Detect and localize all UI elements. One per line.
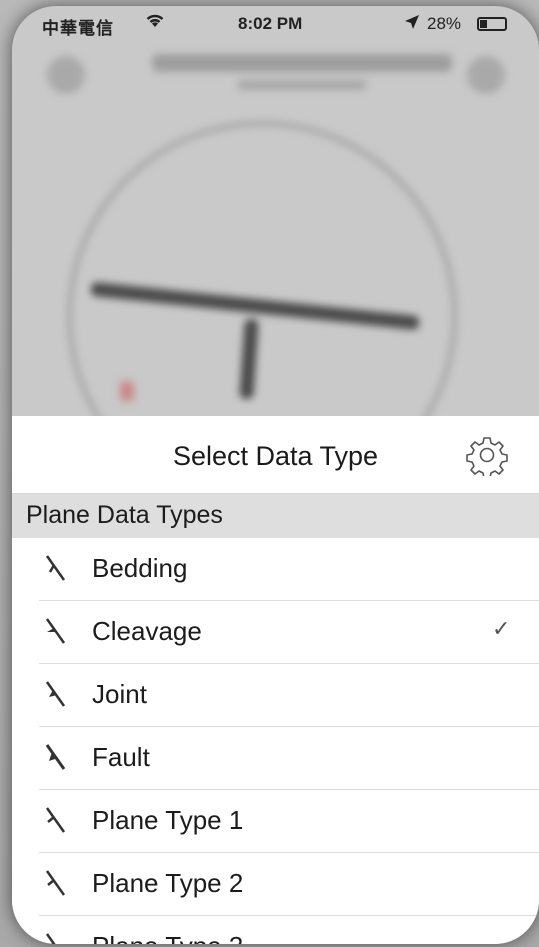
list-item-fault[interactable]: Fault bbox=[12, 727, 539, 790]
phone-screen: 中華電信 8:02 PM 28% Select Data Type Plane … bbox=[12, 6, 539, 944]
sheet-header: Select Data Type bbox=[12, 416, 539, 494]
plane-symbol-icon bbox=[44, 867, 68, 899]
gear-icon[interactable] bbox=[466, 434, 508, 479]
cleavage-symbol-icon bbox=[44, 615, 68, 647]
section-header-plane-data-types: Plane Data Types bbox=[12, 494, 539, 538]
blurred-compass-background bbox=[12, 6, 539, 511]
list-item-label: Plane Type 1 bbox=[92, 805, 244, 835]
list-item-joint[interactable]: Joint bbox=[12, 664, 539, 727]
list-item-plane-type-2[interactable]: Plane Type 2 bbox=[12, 853, 539, 916]
joint-symbol-icon bbox=[44, 678, 68, 710]
list-item-label: Plane Type 3 bbox=[92, 931, 243, 944]
device-frame: 中華電信 8:02 PM 28% Select Data Type Plane … bbox=[0, 0, 539, 947]
wifi-icon bbox=[144, 11, 166, 34]
battery-percentage: 28% bbox=[427, 14, 462, 33]
list-item-plane-type-1[interactable]: Plane Type 1 bbox=[12, 790, 539, 853]
plane-symbol-icon bbox=[44, 804, 68, 836]
list-item-plane-type-3[interactable]: Plane Type 3 bbox=[12, 916, 539, 944]
battery-icon bbox=[477, 17, 507, 31]
location-arrow-icon bbox=[404, 14, 420, 35]
list-item-cleavage[interactable]: Cleavage ✓ bbox=[12, 601, 539, 664]
list-item-label: Fault bbox=[92, 742, 150, 772]
bedding-symbol-icon bbox=[44, 552, 68, 584]
list-item-label: Joint bbox=[92, 679, 147, 709]
select-data-type-sheet: Select Data Type Plane Data Types Beddin… bbox=[12, 416, 539, 944]
fault-symbol-icon bbox=[44, 741, 68, 773]
blurred-top-bar bbox=[42, 46, 512, 106]
list-item-bedding[interactable]: Bedding bbox=[12, 538, 539, 601]
blurred-subtitle bbox=[237, 80, 367, 90]
blurred-title bbox=[152, 54, 452, 72]
plane-symbol-icon bbox=[44, 930, 68, 944]
checkmark-icon: ✓ bbox=[492, 616, 511, 641]
clock-time: 8:02 PM bbox=[238, 14, 303, 33]
list-item-label: Cleavage bbox=[92, 616, 202, 646]
blurred-red-mark bbox=[120, 381, 134, 401]
sheet-title: Select Data Type bbox=[172, 441, 379, 471]
list-item-label: Bedding bbox=[92, 553, 188, 583]
blurred-menu-button bbox=[47, 56, 85, 94]
blurred-right-button bbox=[467, 56, 505, 94]
list-item-label: Plane Type 2 bbox=[92, 868, 244, 898]
status-bar: 中華電信 8:02 PM 28% bbox=[12, 6, 539, 40]
carrier-label: 中華電信 bbox=[42, 19, 114, 38]
